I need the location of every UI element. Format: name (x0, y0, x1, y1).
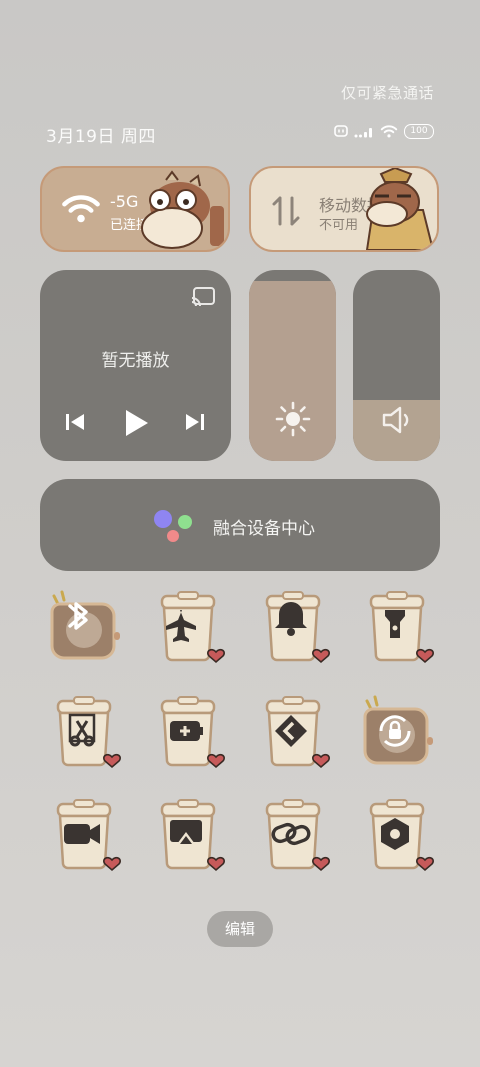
toggle-link[interactable] (255, 798, 330, 872)
fusion-device-center-button[interactable]: 融合设备中心 (40, 479, 440, 571)
signal-icon (354, 127, 372, 137)
toggle-shortcut[interactable] (255, 695, 330, 769)
mobile-data-tile[interactable]: 移动数据 不可用 (249, 166, 439, 252)
fusion-label: 融合设备中心 (213, 519, 315, 539)
speaker-icon (382, 406, 408, 434)
link-icon (265, 799, 330, 872)
battery-indicator: 100 (404, 124, 434, 139)
toggle-settings[interactable] (359, 798, 434, 872)
volume-slider[interactable] (353, 270, 440, 461)
toggle-ringer[interactable] (255, 590, 330, 664)
battery-plus-icon (160, 696, 225, 769)
cow-mascot-icon (365, 168, 435, 250)
wifi-icon (62, 195, 100, 223)
cow-mascot-icon (141, 170, 224, 249)
bell-icon (265, 591, 330, 664)
toggle-battery-saver[interactable] (150, 695, 225, 769)
fusion-dots-icon (154, 510, 192, 542)
edit-button[interactable]: 编辑 (207, 911, 273, 947)
hexagon-nut-icon (369, 799, 434, 872)
toggle-rotation-lock[interactable] (359, 695, 433, 767)
toggle-screen-record[interactable] (46, 798, 121, 872)
screen-cast-icon (160, 799, 225, 872)
wifi-tile[interactable]: -5G MI 已连接 (40, 166, 230, 252)
emergency-call-only-note: 仅可紧急通话 (340, 84, 434, 102)
brightness-slider[interactable] (249, 270, 336, 461)
play-icon[interactable] (122, 408, 150, 438)
toggle-flashlight[interactable] (359, 590, 434, 664)
date-label: 3月19日 周四 (46, 127, 156, 147)
toggle-airplane[interactable] (150, 590, 225, 664)
airplane-icon (160, 591, 225, 664)
toggle-cast[interactable] (150, 798, 225, 872)
diamond-arrow-icon (265, 696, 330, 769)
status-icons: 100 (334, 124, 434, 139)
scissors-icon (56, 696, 121, 769)
previous-track-icon[interactable] (64, 410, 86, 434)
video-camera-icon (56, 799, 121, 872)
toggle-bluetooth[interactable] (46, 590, 120, 662)
cast-icon[interactable] (191, 286, 217, 308)
wifi-status-icon (380, 125, 398, 138)
sun-icon (275, 401, 310, 437)
no-sim-icon (334, 125, 348, 137)
flashlight-icon (369, 591, 434, 664)
media-player-card[interactable]: 暂无播放 (40, 270, 231, 461)
toggle-screenshot[interactable] (46, 695, 121, 769)
rotation-lock-icon (363, 695, 433, 765)
media-status-label: 暂无播放 (101, 351, 170, 371)
next-track-icon[interactable] (184, 410, 206, 434)
bluetooth-icon (50, 590, 120, 660)
data-arrows-icon (272, 196, 300, 226)
